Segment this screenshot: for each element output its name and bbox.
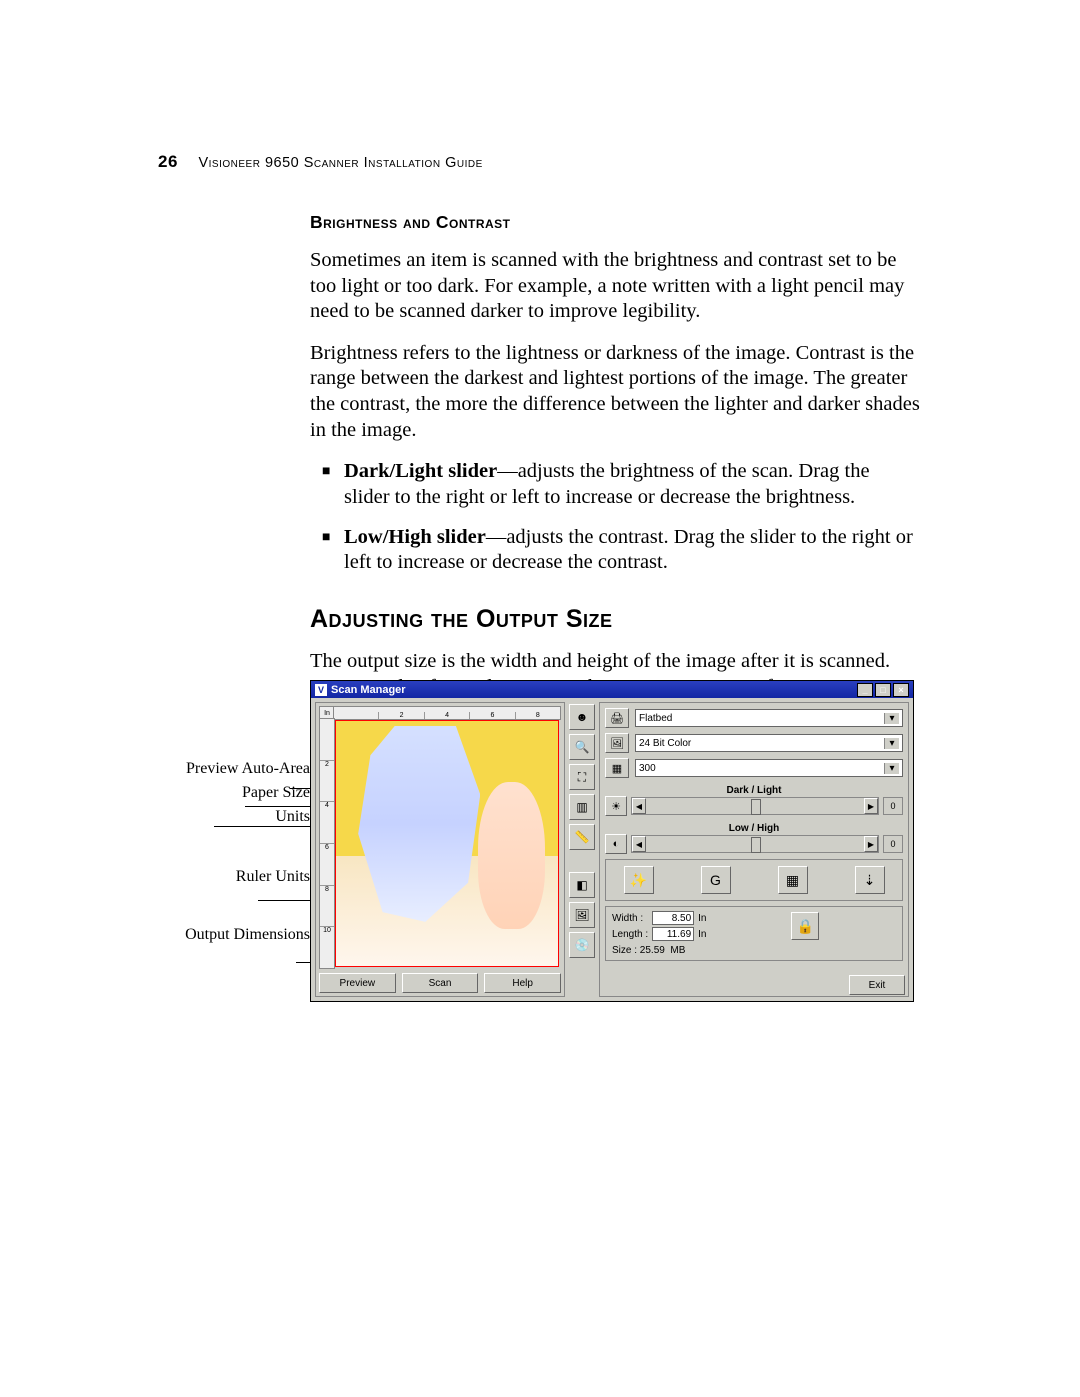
chevron-down-icon: ▾ (884, 738, 899, 749)
length-label: Length : (612, 929, 648, 940)
callout-units: Units (155, 808, 310, 826)
face-tool-icon[interactable]: ☻ (569, 704, 595, 730)
zoom-tool-icon[interactable]: 🔍 (569, 734, 595, 760)
units-icon[interactable]: 📏 (569, 824, 595, 850)
window-title: Scan Manager (331, 684, 406, 696)
gamma-tool-icon[interactable]: G (701, 866, 731, 894)
minimize-button[interactable]: _ (857, 683, 873, 697)
figure-callouts: Preview Auto-Area Paper Size Units Ruler… (155, 760, 310, 950)
arrow-right-icon[interactable]: ▶ (864, 798, 878, 814)
heading-output-size: Adjusting the Output Size (310, 604, 920, 635)
help-button[interactable]: Help (484, 973, 561, 993)
preview-figure-adult (358, 726, 480, 922)
subhead-brightness: Brightness and Contrast (310, 212, 920, 234)
low-high-label: Low / High (605, 823, 903, 834)
gallery-icon[interactable]: 🖼 (569, 902, 595, 928)
file-size-readout: Size : 25.59 MB (612, 945, 896, 956)
resolution-icon: ▦ (605, 758, 629, 778)
running-title: Visioneer 9650 Scanner Installation Guid… (198, 155, 482, 171)
brightness-icon: ☀ (605, 796, 627, 816)
preview-image[interactable] (335, 720, 559, 967)
tool-column: ☻ 🔍 ⛶ ▥ 📏 ◧ 🖼 💿 (569, 702, 595, 997)
settings-panel: 🖨 Flatbed ▾ 🖼 24 Bit Color ▾ (599, 702, 909, 997)
resolution-dropdown[interactable]: 300 ▾ (635, 759, 903, 777)
para-brightness-1: Sometimes an item is scanned with the br… (310, 248, 920, 325)
arrow-left-icon[interactable]: ◀ (632, 836, 646, 852)
resolution-value: 300 (639, 763, 656, 774)
scanner-source-dropdown[interactable]: Flatbed ▾ (635, 709, 903, 727)
contrast-icon: ◐ (605, 834, 627, 854)
width-input[interactable] (652, 911, 694, 925)
exit-button[interactable]: Exit (849, 975, 905, 995)
bullet-lowhigh-term: Low/High slider (344, 526, 486, 548)
rgb-tool-icon[interactable]: ▦ (778, 866, 808, 894)
low-high-value: 0 (883, 835, 903, 853)
page-number: 26 (158, 152, 178, 171)
callout-paper-size: Paper Size (155, 784, 310, 802)
app-icon: V (315, 684, 327, 696)
color-mode-dropdown[interactable]: 24 Bit Color ▾ (635, 734, 903, 752)
lock-aspect-icon[interactable]: 🔒 (791, 912, 819, 940)
preview-auto-area-icon[interactable]: ⛶ (569, 764, 595, 790)
callout-ruler-units: Ruler Units (155, 868, 310, 886)
color-mode-icon: 🖼 (605, 733, 629, 753)
preview-button[interactable]: Preview (319, 973, 396, 993)
wand-tool-icon[interactable]: ✨ (624, 866, 654, 894)
window-titlebar[interactable]: V Scan Manager _ □ × (311, 681, 913, 698)
paper-size-icon[interactable]: ▥ (569, 794, 595, 820)
scanner-source-icon: 🖨 (605, 708, 629, 728)
color-drop-icon[interactable]: ⇣ (855, 866, 885, 894)
output-dimensions-panel: Width : In 🔒 Length : In Size : 25.59 MB (605, 906, 903, 961)
length-input[interactable] (652, 927, 694, 941)
dark-light-label: Dark / Light (605, 785, 903, 796)
bullet-lowhigh: Low/High slider—adjusts the contrast. Dr… (310, 525, 920, 576)
dark-light-slider[interactable]: ◀ ▶ (631, 797, 879, 815)
scan-manager-window: V Scan Manager _ □ × In 2 (310, 680, 914, 1002)
close-button[interactable]: × (893, 683, 909, 697)
scan-button[interactable]: Scan (402, 973, 479, 993)
width-unit: In (698, 913, 706, 924)
preview-panel: In 2 4 6 8 2 4 6 8 (315, 702, 565, 997)
para-brightness-2: Brightness refers to the lightness or da… (310, 341, 920, 444)
low-high-slider[interactable]: ◀ ▶ (631, 835, 879, 853)
bullet-darklight-term: Dark/Light slider (344, 460, 497, 482)
dark-light-value: 0 (883, 797, 903, 815)
running-header: 26 Visioneer 9650 Scanner Installation G… (158, 152, 483, 172)
advanced-tools-row: ✨ G ▦ ⇣ (605, 859, 903, 901)
color-mode-value: 24 Bit Color (639, 738, 691, 749)
disc-icon[interactable]: 💿 (569, 932, 595, 958)
ruler-horizontal: 2 4 6 8 (333, 706, 561, 720)
bullet-darklight: Dark/Light slider—adjusts the brightness… (310, 459, 920, 510)
width-label: Width : (612, 913, 648, 924)
arrow-right-icon[interactable]: ▶ (864, 836, 878, 852)
callout-output-dimensions: Output Dimensions (155, 926, 310, 944)
chevron-down-icon: ▾ (884, 763, 899, 774)
length-unit: In (698, 929, 706, 940)
chevron-down-icon: ▾ (884, 713, 899, 724)
preview-figure-child (478, 782, 545, 929)
arrow-left-icon[interactable]: ◀ (632, 798, 646, 814)
descreen-icon[interactable]: ◧ (569, 872, 595, 898)
scanner-source-value: Flatbed (639, 713, 672, 724)
callout-preview-auto-area: Preview Auto-Area (155, 760, 310, 778)
maximize-button[interactable]: □ (875, 683, 891, 697)
ruler-vertical: 2 4 6 8 10 (319, 718, 335, 969)
